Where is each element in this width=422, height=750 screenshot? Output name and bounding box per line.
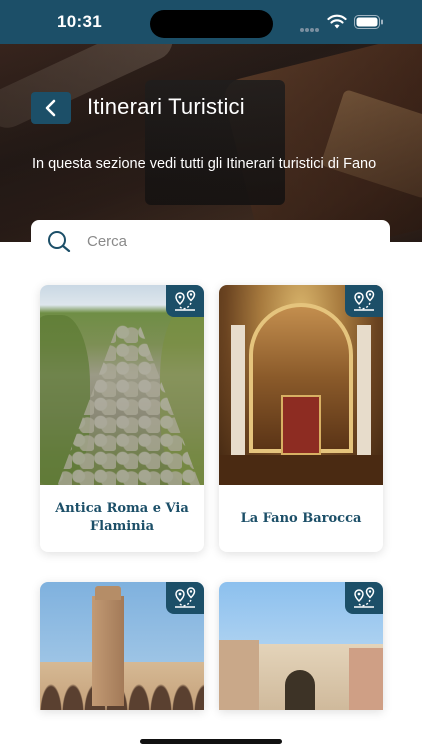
wifi-icon [327,14,347,29]
route-pins-icon [166,582,204,614]
itinerary-card-3[interactable] [40,582,204,710]
page-title: Itinerari Turistici [87,94,245,119]
itinerary-title: La Fano Barocca [240,511,362,526]
home-indicator[interactable] [140,739,282,744]
header-background-image [0,44,422,242]
itinerary-card-antica-roma[interactable]: Antica Roma e Via Flaminia [40,285,204,552]
back-button[interactable] [31,92,71,124]
status-time: 10:31 [57,12,102,31]
search-bar[interactable] [31,220,390,262]
chevron-left-icon [45,99,56,117]
dynamic-island [150,10,273,38]
route-pins-icon [345,582,383,614]
status-bar: 10:31 [0,0,422,44]
route-pins-icon [166,285,204,317]
page-subtitle: In questa sezione vedi tutti gli Itinera… [32,156,377,172]
search-icon [48,231,71,252]
search-input[interactable] [87,230,367,252]
itinerary-card-fano-barocca[interactable]: La Fano Barocca [219,285,383,552]
battery-icon [354,15,383,29]
itinerary-card-4[interactable] [219,582,383,710]
itinerary-title: Antica Roma e Via Flaminia [55,501,189,534]
signal-icon [300,19,322,32]
route-pins-icon [345,285,383,317]
